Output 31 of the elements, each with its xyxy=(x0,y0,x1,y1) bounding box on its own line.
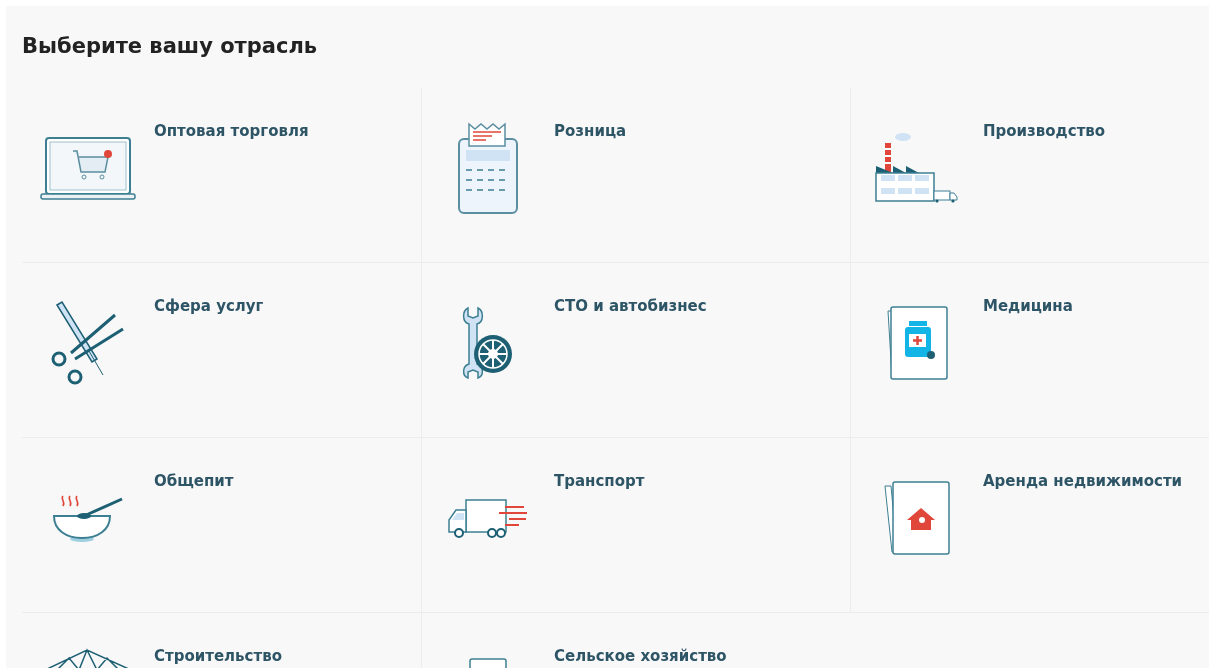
industry-label: Аренда недвижимости xyxy=(983,471,1183,492)
page-title: Выберите вашу отрасль xyxy=(22,33,319,60)
industry-card[interactable]: Производство xyxy=(850,88,1209,263)
industry-card[interactable]: Медицина xyxy=(850,263,1209,438)
industry-card[interactable]: Розница xyxy=(422,88,850,263)
industry-card[interactable]: Строительство xyxy=(22,613,422,668)
industry-label: Медицина xyxy=(983,296,1073,317)
receipt-calculator-icon xyxy=(458,122,518,214)
soup-bowl-icon xyxy=(52,493,124,543)
industry-card[interactable]: Сельское хозяйство xyxy=(422,613,850,668)
truck-icon xyxy=(447,497,529,539)
industry-label: Транспорт xyxy=(554,471,645,492)
industry-card[interactable]: Оптовая торговля xyxy=(22,88,422,263)
industry-label: СТО и автобизнес xyxy=(554,296,707,317)
factory-icon xyxy=(875,132,959,204)
industry-label: Оптовая торговля xyxy=(154,121,309,142)
industry-label: Розница xyxy=(554,121,627,142)
house-document-icon xyxy=(884,481,950,555)
industry-card[interactable]: Общепит xyxy=(22,438,422,613)
industry-label: Общепит xyxy=(154,471,234,492)
laptop-cart-icon xyxy=(40,136,136,200)
industry-card[interactable]: Аренда недвижимости xyxy=(850,438,1209,613)
industry-card[interactable]: Транспорт xyxy=(422,438,850,613)
wrench-wheel-icon xyxy=(462,306,514,380)
industry-label: Сфера услуг xyxy=(154,296,264,317)
industry-card[interactable]: Сфера услуг xyxy=(22,263,422,438)
industry-label: Сельское хозяйство xyxy=(554,646,727,667)
industry-label: Производство xyxy=(983,121,1106,142)
industry-label: Строительство xyxy=(154,646,282,667)
industry-card[interactable]: СТО и автобизнес xyxy=(422,263,850,438)
medicine-bottle-icon xyxy=(886,306,948,380)
